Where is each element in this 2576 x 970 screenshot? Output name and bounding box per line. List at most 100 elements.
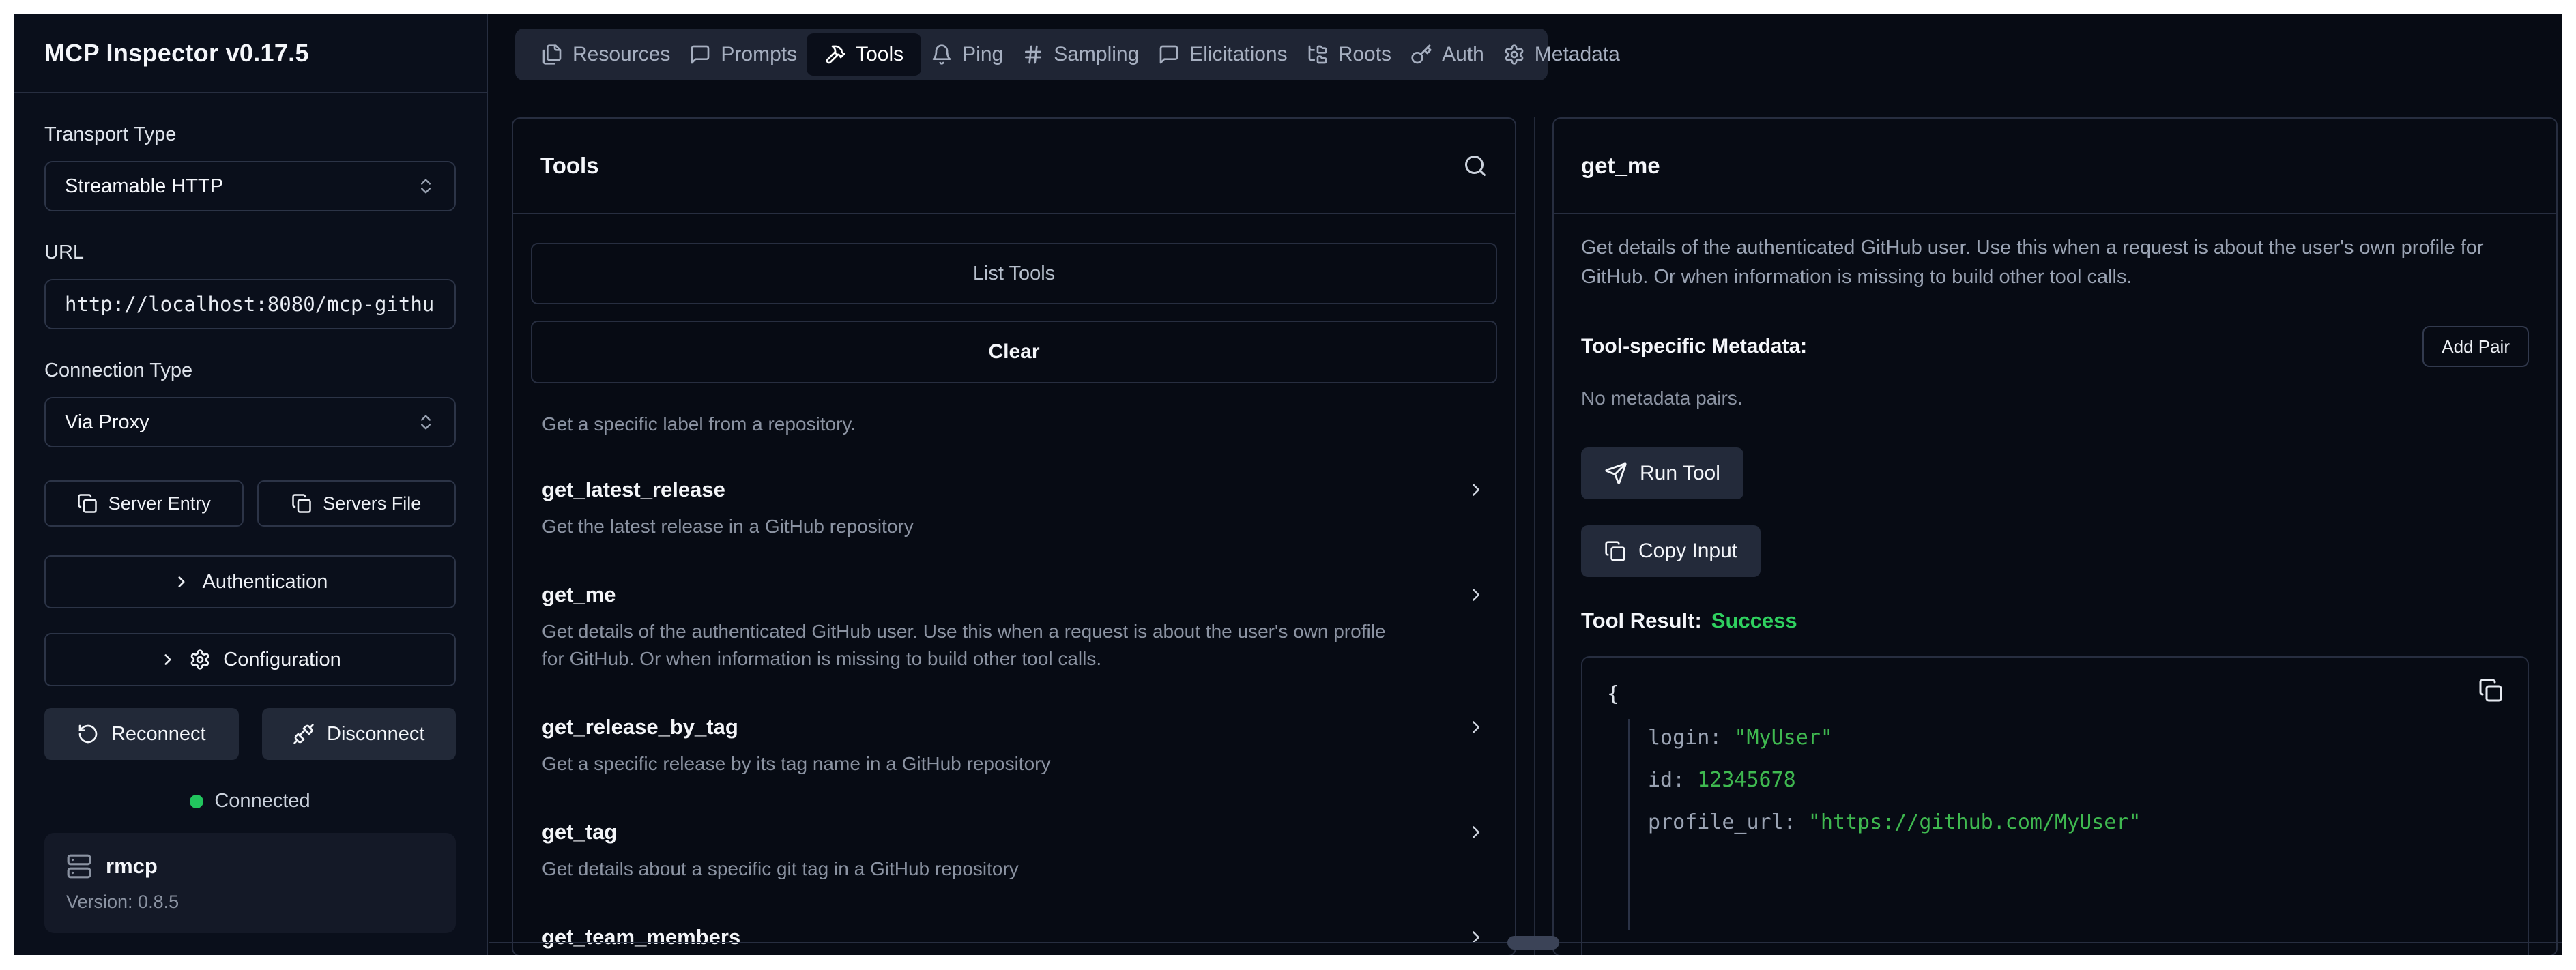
tab-elicitations[interactable]: Elicitations — [1148, 35, 1297, 74]
tab-roots[interactable]: Roots — [1297, 35, 1401, 74]
server-icon — [66, 853, 92, 879]
copy-icon — [291, 493, 312, 514]
folder-tree-icon — [1307, 44, 1329, 65]
list-tools-button[interactable]: List Tools — [531, 243, 1497, 304]
tab-bar: Resources Prompts Tools Ping — [515, 29, 1548, 80]
app-title: MCP Inspector v0.17.5 — [44, 39, 309, 68]
tab-label: Roots — [1338, 43, 1391, 66]
tool-name: get_latest_release — [542, 477, 725, 502]
configuration-toggle[interactable]: Configuration — [44, 633, 456, 686]
json-key: login: — [1648, 726, 1734, 750]
authentication-toggle[interactable]: Authentication — [44, 555, 456, 608]
server-info-card: rmcp Version: 0.8.5 — [44, 833, 456, 933]
bell-icon — [931, 44, 953, 65]
tab-metadata[interactable]: Metadata — [1494, 35, 1630, 74]
json-value: 12345678 — [1697, 768, 1796, 792]
connection-type-value: Via Proxy — [65, 411, 149, 434]
tool-list-item[interactable]: get_tag Get details about a specific git… — [542, 820, 1486, 883]
tab-resources[interactable]: Resources — [532, 35, 680, 74]
json-line: login: "MyUser" — [1648, 716, 2141, 759]
json-line: id: 12345678 — [1648, 759, 2141, 801]
servers-file-label: Servers File — [323, 493, 421, 514]
server-entry-button[interactable]: Server Entry — [44, 480, 244, 527]
hammer-icon — [824, 44, 846, 65]
connection-type-select[interactable]: Via Proxy — [44, 397, 456, 447]
chevron-right-icon — [1466, 480, 1486, 500]
chevron-right-icon — [1466, 927, 1486, 947]
connection-status: Connected — [44, 790, 456, 812]
tool-description: Get details of the authenticated GitHub … — [542, 618, 1388, 673]
status-text: Connected — [214, 790, 310, 812]
run-tool-button[interactable]: Run Tool — [1581, 447, 1743, 499]
tool-name: get_release_by_tag — [542, 715, 738, 739]
json-value: "https://github.com/MyUser" — [1808, 810, 2141, 834]
authentication-label: Authentication — [203, 571, 328, 593]
json-key: id: — [1648, 768, 1697, 792]
key-icon — [1410, 44, 1432, 65]
reconnect-button[interactable]: Reconnect — [44, 708, 239, 760]
copy-icon — [1604, 540, 1626, 562]
panel-resize-handle[interactable] — [1507, 936, 1559, 950]
chevron-right-icon — [1466, 717, 1486, 737]
tool-name: get_tag — [542, 820, 617, 844]
tab-label: Sampling — [1054, 43, 1139, 66]
chevron-right-icon — [1466, 585, 1486, 605]
send-icon — [1604, 462, 1627, 485]
tab-label: Resources — [573, 43, 670, 66]
status-dot — [190, 795, 203, 808]
rotate-ccw-icon — [77, 723, 99, 745]
panel-vertical-resizer[interactable] — [1534, 117, 1535, 955]
search-icon[interactable] — [1463, 153, 1488, 178]
tab-label: Elicitations — [1189, 43, 1287, 66]
detail-panel-title: get_me — [1581, 153, 1660, 179]
chevrons-up-down-icon — [416, 177, 435, 196]
chevron-right-icon — [1466, 822, 1486, 842]
tools-panel-title: Tools — [540, 153, 599, 179]
copy-input-label: Copy Input — [1638, 540, 1737, 563]
unplug-icon — [293, 723, 315, 745]
run-tool-label: Run Tool — [1640, 462, 1720, 485]
tab-tools[interactable]: Tools — [807, 33, 921, 76]
tool-list-item[interactable]: get_me Get details of the authenticated … — [542, 583, 1486, 673]
message-square-icon — [1158, 44, 1180, 65]
no-metadata-text: No metadata pairs. — [1581, 387, 2529, 409]
tool-result-status: Success — [1711, 608, 1797, 633]
servers-file-button[interactable]: Servers File — [257, 480, 457, 527]
tool-name: get_team_members — [542, 925, 740, 950]
clear-button[interactable]: Clear — [531, 321, 1497, 383]
message-square-icon — [689, 44, 711, 65]
tool-list-item[interactable]: get_latest_release Get the latest releas… — [542, 477, 1486, 540]
tool-result-json: { login: "MyUser" id: 12345678 profi — [1581, 656, 2529, 955]
disconnect-button[interactable]: Disconnect — [262, 708, 457, 760]
tab-auth[interactable]: Auth — [1401, 35, 1494, 74]
tool-name: get_me — [542, 583, 616, 607]
tab-label: Prompts — [721, 43, 797, 66]
tool-detail-panel: get_me Get details of the authenticated … — [1552, 117, 2558, 955]
sidebar: MCP Inspector v0.17.5 Transport Type Str… — [14, 14, 488, 955]
copy-icon — [77, 493, 98, 514]
tab-ping[interactable]: Ping — [921, 35, 1013, 74]
server-version: Version: 0.8.5 — [66, 892, 434, 913]
copy-input-button[interactable]: Copy Input — [1581, 525, 1761, 577]
tab-prompts[interactable]: Prompts — [680, 35, 807, 74]
gear-icon — [189, 649, 211, 671]
configuration-label: Configuration — [223, 649, 341, 671]
disconnect-label: Disconnect — [327, 723, 424, 746]
chevrons-up-down-icon — [416, 413, 435, 432]
add-pair-button[interactable]: Add Pair — [2422, 326, 2529, 367]
json-key: profile_url: — [1648, 810, 1808, 834]
tab-label: Metadata — [1535, 43, 1620, 66]
connection-type-label: Connection Type — [44, 359, 456, 382]
tools-panel: Tools List Tools Clear Get a specific la… — [512, 117, 1516, 955]
tab-label: Ping — [962, 43, 1003, 66]
transport-type-select[interactable]: Streamable HTTP — [44, 161, 456, 211]
tool-description: Get details about a specific git tag in … — [542, 855, 1388, 883]
tool-list-item[interactable]: get_release_by_tag Get a specific releas… — [542, 715, 1486, 778]
url-input[interactable]: http://localhost:8080/mcp-githu — [44, 279, 456, 329]
tool-list-item[interactable]: get_team_members Get member usernames of… — [542, 925, 1486, 955]
json-indent-guide — [1628, 719, 1630, 930]
metadata-label: Tool-specific Metadata: — [1581, 335, 1807, 358]
tab-sampling[interactable]: Sampling — [1013, 35, 1148, 74]
copy-result-icon[interactable] — [2478, 678, 2503, 703]
chevron-right-icon — [173, 573, 190, 591]
